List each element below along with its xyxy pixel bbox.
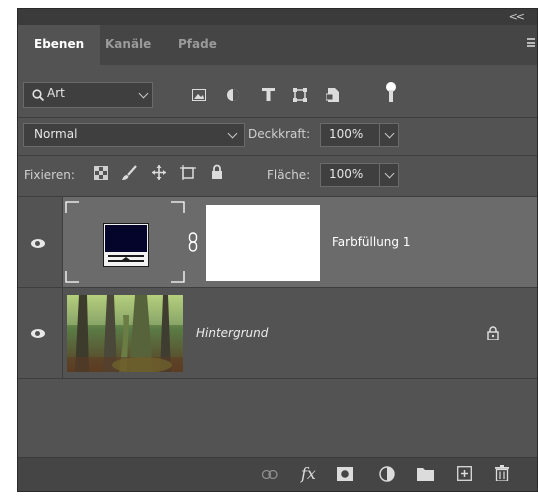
link-layers-icon[interactable] [262, 470, 278, 479]
lock-position-icon[interactable] [152, 165, 166, 180]
lock-transparent-pixels-icon[interactable] [94, 166, 108, 180]
chevron-down-icon [384, 128, 395, 139]
fill-color-swatch [105, 225, 147, 252]
chain-link-icon[interactable] [188, 232, 198, 252]
opacity-label: Deckkraft: [248, 127, 311, 141]
search-icon [32, 89, 44, 101]
add-mask-icon[interactable] [337, 467, 353, 481]
fill-thumbnail[interactable] [65, 201, 185, 283]
fill-dropdown-button[interactable] [379, 163, 399, 187]
layer-lock-icon[interactable] [487, 326, 499, 340]
layers-panel: << Ebenen Kanäle Pfade Art Normal Deckkr… [17, 8, 538, 492]
layer-name[interactable]: Hintergrund [196, 326, 268, 340]
new-layer-icon[interactable] [457, 466, 472, 481]
divider [18, 155, 537, 156]
chevron-down-icon [138, 88, 149, 99]
new-group-icon[interactable] [417, 467, 434, 481]
lock-image-pixels-icon[interactable] [122, 165, 137, 181]
filter-kind-label: Art [47, 86, 65, 100]
tab-pfade[interactable]: Pfade [178, 25, 217, 65]
panel-title-strip: << [18, 9, 537, 25]
lock-all-icon[interactable] [211, 164, 223, 179]
lock-label: Fixieren: [24, 168, 75, 182]
divider [18, 117, 537, 118]
delete-icon[interactable] [495, 465, 509, 481]
visibility-eye-icon[interactable] [31, 239, 45, 248]
visibility-eye-icon[interactable] [31, 329, 45, 338]
collapse-panel-button[interactable]: << [509, 10, 526, 23]
layer-mask-thumbnail[interactable] [206, 205, 320, 281]
chevron-down-icon [384, 168, 395, 179]
blend-mode-select[interactable]: Normal [23, 123, 245, 147]
shape-filter-icon[interactable] [293, 88, 307, 102]
chevron-down-icon [227, 128, 238, 139]
layer-row-farbfuellung[interactable]: Farbfüllung 1 [18, 197, 537, 287]
type-filter-icon[interactable] [262, 88, 275, 101]
opacity-input[interactable]: 100% [320, 123, 380, 147]
adjustment-filter-icon[interactable] [226, 88, 240, 102]
layer-row-hintergrund[interactable]: Hintergrund [18, 288, 537, 378]
fill-layer-icon [103, 223, 149, 267]
tab-ebenen[interactable]: Ebenen [18, 25, 101, 65]
divider [18, 378, 537, 379]
filter-toggle-icon[interactable] [385, 82, 397, 104]
filter-kind-select[interactable]: Art [23, 82, 153, 108]
panel-menu-icon[interactable] [527, 38, 535, 47]
fill-input[interactable]: 100% [320, 163, 380, 187]
lock-artboard-icon[interactable] [180, 165, 196, 180]
image-filter-icon[interactable] [192, 89, 206, 101]
layer-name[interactable]: Farbfüllung 1 [332, 235, 410, 249]
smart-object-filter-icon[interactable] [326, 88, 339, 102]
fx-icon[interactable]: fx [301, 464, 316, 483]
blend-mode-value: Normal [34, 127, 78, 141]
panel-tab-bar: Ebenen Kanäle Pfade [18, 25, 537, 65]
tab-kanaele[interactable]: Kanäle [105, 25, 151, 65]
background-thumbnail[interactable] [67, 295, 183, 372]
opacity-dropdown-button[interactable] [379, 123, 399, 147]
layers-bottom-toolbar: fx [18, 457, 537, 491]
fill-label: Fläche: [267, 168, 311, 182]
adjustment-layer-icon[interactable] [379, 466, 395, 482]
